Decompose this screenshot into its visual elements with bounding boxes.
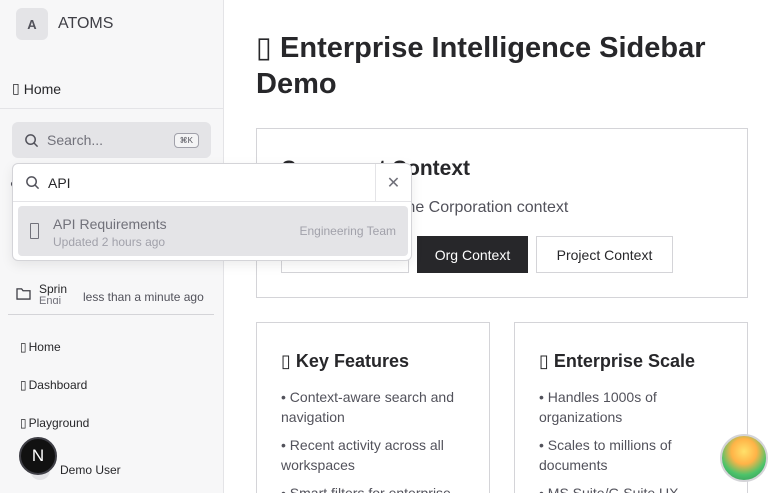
close-icon: ✕	[386, 174, 401, 192]
search-icon	[25, 133, 39, 147]
list-item: • MS Suite/G Suite UX	[539, 485, 679, 493]
document-icon	[30, 223, 39, 239]
nav-home-top-label: Home	[23, 80, 62, 97]
list-item: • Handles 1000s of organizations	[539, 389, 657, 425]
list-item: • Recent activity across all workspaces	[281, 437, 444, 473]
scale-icon: ▯	[539, 351, 549, 371]
nav-home-top[interactable]: ▯ Home	[12, 80, 61, 97]
recent-item-subtitle: Engi	[39, 296, 62, 304]
page-title: ▯ Enterprise Intelligence Sidebar Demo	[256, 30, 756, 102]
home-icon: ▯	[20, 340, 27, 354]
context-card-description: me Corporation context	[402, 199, 569, 216]
list-item: • Smart filters for enterprise	[281, 485, 451, 493]
enterprise-scale-card: ▯ Enterprise Scale • Handles 1000s of or…	[514, 322, 748, 493]
sidebar-item-playground[interactable]: ▯ Playground	[20, 416, 89, 430]
search-icon	[26, 176, 40, 190]
divider	[8, 314, 214, 315]
list-item: • Scales to millions of documents	[539, 437, 672, 473]
brand-badge: A	[16, 8, 48, 40]
search-result-team: Engineering Team	[299, 224, 396, 238]
divider	[0, 108, 224, 109]
brand[interactable]: A ATOMS	[16, 8, 113, 40]
enterprise-scale-title: ▯ Enterprise Scale	[539, 351, 695, 372]
search-result-title: API Requirements	[53, 216, 167, 232]
shortcut-badge: ⌘K	[173, 132, 199, 148]
sidebar-item-home[interactable]: ▯ Home	[20, 340, 61, 354]
search-result[interactable]: API Requirements Updated 2 hours ago Eng…	[18, 206, 408, 256]
search-input[interactable]: API ✕	[13, 164, 411, 202]
search-result-updated: Updated 2 hours ago	[53, 235, 166, 249]
home-icon: ▯	[12, 80, 20, 96]
org-context-button[interactable]: Org Context	[417, 236, 528, 273]
folder-icon	[16, 287, 31, 300]
search-popup: API ✕ API Requirements Updated 2 hours a…	[12, 163, 412, 261]
recent-item[interactable]: Sprin Engi	[16, 282, 67, 304]
key-features-card: ▯ Key Features • Context-aware search an…	[256, 322, 490, 493]
key-features-title: ▯ Key Features	[281, 351, 409, 372]
sidebar-item-label: Playground	[28, 416, 90, 430]
dashboard-icon: ▯	[20, 378, 27, 392]
key-features-title-text: Key Features	[295, 351, 409, 371]
feature-icon: ▯	[281, 351, 291, 371]
project-context-button[interactable]: Project Context	[536, 236, 673, 273]
recent-item-time: less than a minute ago	[83, 290, 204, 304]
sidebar-item-dashboard[interactable]: ▯ Dashboard	[20, 378, 87, 392]
floating-assistant-icon[interactable]	[720, 434, 768, 482]
search-button[interactable]: Search... ⌘K	[12, 122, 211, 158]
clear-search-button[interactable]: ✕	[375, 164, 411, 201]
nextjs-dev-badge[interactable]: N	[19, 437, 57, 475]
user-name: Demo User	[60, 463, 121, 477]
title-icon: ▯	[256, 32, 272, 64]
sidebar-item-label: Home	[28, 340, 61, 354]
search-placeholder: Search...	[47, 132, 104, 148]
recent-item-title: Sprin	[39, 282, 68, 296]
enterprise-scale-title-text: Enterprise Scale	[553, 351, 695, 371]
page-title-text: Enterprise Intelligence Sidebar Demo	[256, 32, 706, 100]
enterprise-scale-list: • Handles 1000s of organizations • Scale…	[539, 387, 729, 493]
list-item: • Context-aware search and navigation	[281, 389, 454, 425]
playground-icon: ▯	[20, 416, 27, 430]
sidebar-item-label: Dashboard	[28, 378, 88, 392]
brand-name: ATOMS	[58, 15, 114, 32]
key-features-list: • Context-aware search and navigation • …	[281, 387, 471, 493]
search-query: API	[48, 174, 71, 191]
